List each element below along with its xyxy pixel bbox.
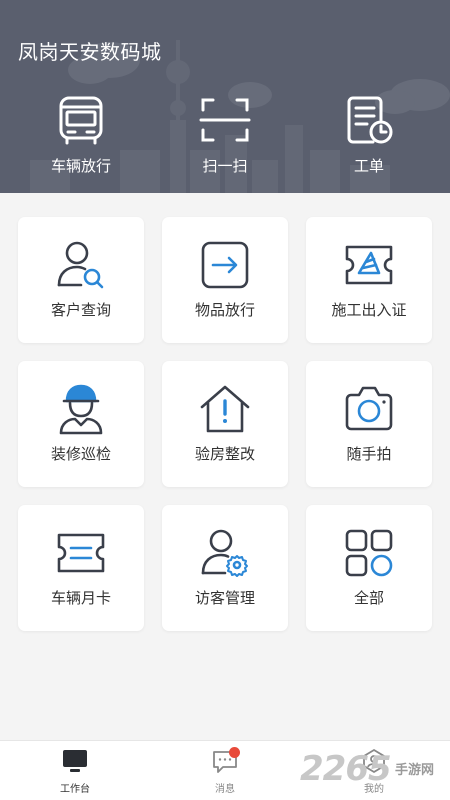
notification-badge	[229, 747, 240, 758]
grid-item-label: 全部	[353, 589, 384, 607]
item-release-icon	[201, 241, 249, 289]
grid-item-label: 车辆月卡	[50, 589, 111, 607]
quick-action-label: 工单	[353, 157, 384, 175]
watermark-logo: 2265 手游网	[300, 749, 450, 794]
grid-item-label: 访客管理	[194, 589, 255, 607]
bus-icon	[59, 96, 103, 145]
worker-helmet-icon	[59, 384, 103, 435]
grid-item-customer-search[interactable]: 客户查询	[18, 217, 144, 343]
scan-icon	[199, 98, 251, 142]
quick-action-label: 扫一扫	[202, 157, 248, 175]
tab-label: 工作台	[60, 784, 90, 795]
quick-action-scan[interactable]: 扫一扫	[170, 94, 280, 176]
quick-action-work-order[interactable]: 工单	[314, 94, 424, 176]
grid-item-renovation-inspection[interactable]: 装修巡检	[18, 361, 144, 487]
grid-item-monthly-card[interactable]: 车辆月卡	[18, 505, 144, 631]
monitor-icon	[63, 750, 87, 772]
watermark-number: 2265	[300, 749, 392, 789]
visitor-settings-icon	[201, 529, 248, 577]
monthly-card-icon	[57, 533, 105, 573]
grid-item-snapshot[interactable]: 随手拍	[306, 361, 432, 487]
grid-item-house-rectification[interactable]: 验房整改	[162, 361, 288, 487]
grid-item-item-release[interactable]: 物品放行	[162, 217, 288, 343]
camera-icon	[345, 386, 393, 431]
grid-item-label: 随手拍	[346, 445, 392, 463]
function-grid: 客户查询 物品放行 施工出入证 装修巡检 验房整改 随手拍 车辆月卡 访客管理 …	[0, 193, 450, 740]
tab-messages[interactable]: 消息	[185, 747, 265, 795]
watermark-text: 手游网	[395, 763, 435, 778]
grid-item-all[interactable]: 全部	[306, 505, 432, 631]
header: 凤岗天安数码城 车辆放行 扫一扫 工单	[0, 0, 450, 193]
grid-item-label: 装修巡检	[50, 445, 111, 463]
grid-item-label: 验房整改	[194, 445, 255, 463]
grid-item-construction-pass[interactable]: 施工出入证	[306, 217, 432, 343]
site-title: 凤岗天安数码城	[18, 40, 162, 64]
quick-action-label: 车辆放行	[50, 157, 111, 175]
grid-item-label: 施工出入证	[331, 301, 407, 319]
work-order-icon	[347, 96, 393, 144]
quick-action-vehicle-release[interactable]: 车辆放行	[26, 94, 136, 176]
tab-label: 消息	[215, 784, 235, 795]
grid-item-visitor-management[interactable]: 访客管理	[162, 505, 288, 631]
customer-search-icon	[57, 241, 104, 289]
construction-pass-icon	[345, 245, 393, 285]
house-alert-icon	[200, 385, 250, 433]
all-apps-icon	[345, 529, 393, 577]
grid-item-label: 客户查询	[50, 301, 111, 319]
grid-item-label: 物品放行	[194, 301, 255, 319]
tab-workbench[interactable]: 工作台	[35, 747, 115, 795]
